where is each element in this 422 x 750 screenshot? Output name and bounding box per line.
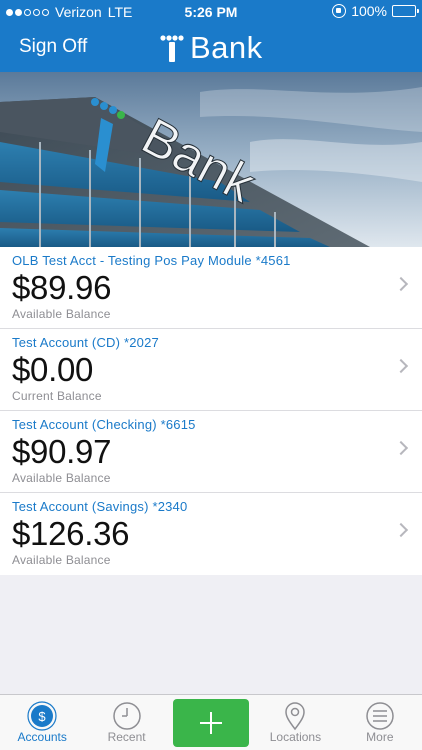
tab-label: Locations [269,730,322,744]
add-button-surface[interactable] [172,699,250,747]
tab-label: More [366,730,394,744]
battery-icon [392,5,419,17]
balance-type-label: Current Balance [12,389,102,403]
account-name: Test Account (Checking) *6615 [12,417,196,432]
sign-off-button[interactable]: Sign Off [19,36,87,58]
dollar-icon: $ [27,701,57,731]
balance-type-label: Available Balance [12,307,111,321]
account-balance: $90.97 [12,433,112,470]
tab-label: Accounts [17,730,67,744]
rotation-lock-icon [332,4,347,18]
tab-recent[interactable]: Recent [84,695,168,750]
hero-illustration: Bank [0,72,422,247]
account-row[interactable]: Test Account (Savings) *2340 $126.36 Ava… [0,493,422,575]
tab-more[interactable]: More [338,695,422,750]
account-name: Test Account (Savings) *2340 [12,499,188,514]
chevron-right-icon [393,440,409,456]
account-name: OLB Test Acct - Testing Pos Pay Module *… [12,253,291,268]
add-button[interactable] [169,695,253,750]
account-balance: $0.00 [12,351,94,388]
tab-locations[interactable]: Locations [253,695,337,750]
tab-label: Recent [107,730,146,744]
tab-bar: $ Accounts Recent Locations More [0,694,422,750]
chevron-right-icon [393,358,409,374]
menu-icon [366,702,394,730]
status-bar: Verizon LTE 5:26 PM 100% [0,0,422,24]
balance-type-label: Available Balance [12,553,111,567]
map-pin-icon [285,702,306,731]
tab-accounts[interactable]: $ Accounts [0,695,84,750]
plus-icon [200,712,223,734]
account-row[interactable]: OLB Test Acct - Testing Pos Pay Module *… [0,247,422,329]
chevron-right-icon [393,276,409,292]
status-right: 100% [332,3,419,19]
account-balance: $89.96 [12,269,112,306]
bank-logo-icon [160,35,184,62]
svg-text:$: $ [39,709,47,724]
hero-building-image: Bank [0,72,422,247]
account-row[interactable]: Test Account (Checking) *6615 $90.97 Ava… [0,411,422,493]
chevron-right-icon [393,522,409,538]
account-row[interactable]: Test Account (CD) *2027 $0.00 Current Ba… [0,329,422,411]
clock-icon [112,702,141,730]
account-balance: $126.36 [12,515,130,552]
nav-bar: Sign Off Bank [0,24,422,72]
battery-percent: 100% [351,3,387,19]
accounts-list: OLB Test Acct - Testing Pos Pay Module *… [0,247,422,575]
brand-logo: Bank [160,30,263,66]
account-name: Test Account (CD) *2027 [12,335,159,350]
brand-name: Bank [190,30,263,65]
balance-type-label: Available Balance [12,471,111,485]
